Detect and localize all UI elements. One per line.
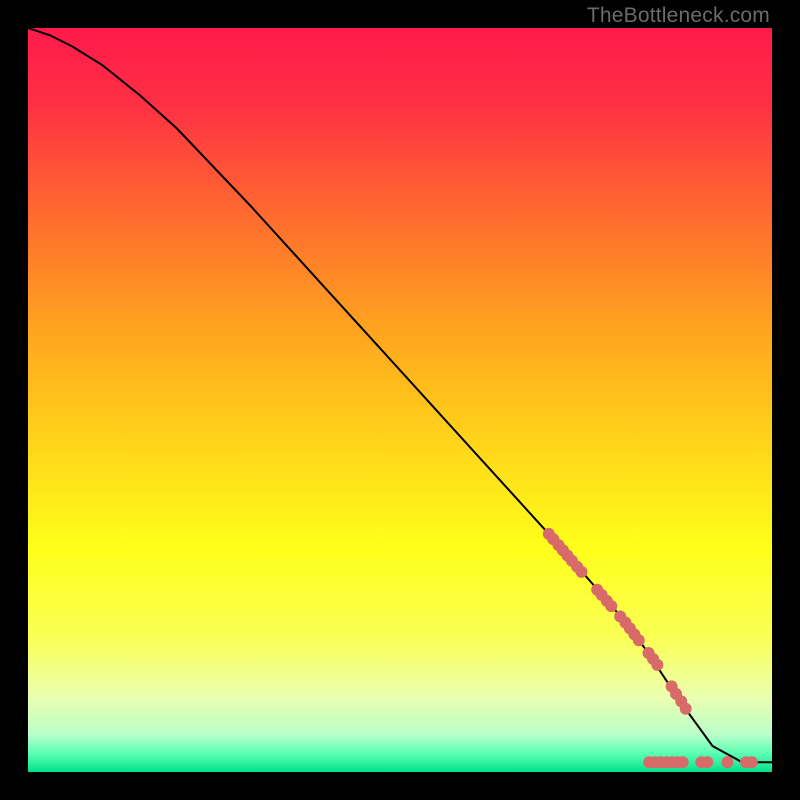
highlight-dot <box>605 600 617 612</box>
highlight-dot <box>746 756 758 768</box>
highlight-dot <box>651 659 663 671</box>
highlight-dot <box>701 756 713 768</box>
watermark-text: TheBottleneck.com <box>587 4 770 28</box>
highlight-dot <box>721 756 733 768</box>
chart-frame <box>28 28 772 772</box>
highlight-dot <box>633 634 645 646</box>
highlight-dot <box>677 756 689 768</box>
highlight-dot <box>680 703 692 715</box>
chart-svg <box>28 28 772 772</box>
highlight-dot <box>576 566 588 578</box>
